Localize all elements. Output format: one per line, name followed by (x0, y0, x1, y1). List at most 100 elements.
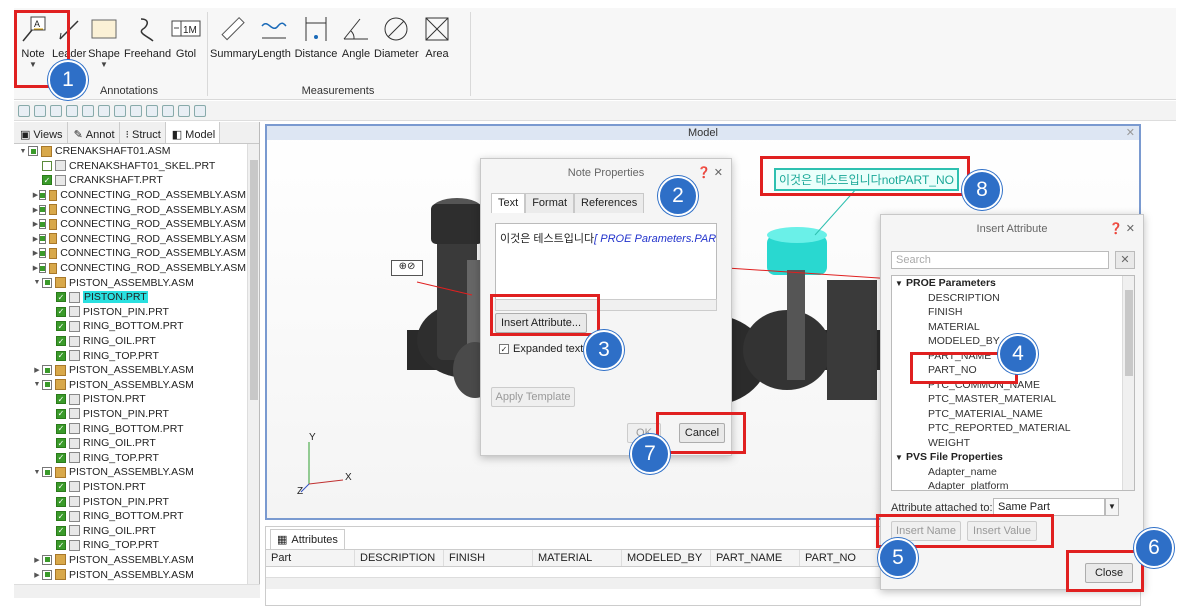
checkbox-icon[interactable] (42, 365, 52, 376)
expand-open-icon[interactable]: ▼ (32, 469, 42, 476)
summary-button[interactable]: Summary (210, 14, 257, 60)
checkbox-icon[interactable] (42, 379, 52, 390)
checkbox-icon[interactable] (42, 277, 52, 288)
expand-closed-icon[interactable]: ▶ (32, 249, 39, 257)
column-header[interactable]: MODELED_BY (622, 550, 711, 566)
attribute-item[interactable]: MATERIAL (892, 320, 1134, 335)
tree-item[interactable]: ✓ RING_OIL.PRT (14, 334, 246, 349)
expand-open-icon[interactable]: ▼ (32, 279, 42, 286)
attribute-group[interactable]: ▼ PROE Parameters (892, 276, 1134, 291)
tree-item[interactable]: ✓ RING_TOP.PRT (14, 450, 246, 465)
checkbox-icon[interactable]: ✓ (56, 452, 66, 463)
tree-item[interactable]: ✓ PISTON_PIN.PRT (14, 407, 246, 422)
close-icon[interactable]: ✕ (714, 167, 723, 179)
tree-item[interactable]: ✓ RING_OIL.PRT (14, 523, 246, 538)
tree-item[interactable]: ▶ CONNECTING_ROD_ASSEMBLY.ASM (14, 261, 246, 276)
attribute-item[interactable]: WEIGHT (892, 436, 1134, 451)
tab-references[interactable]: References (574, 193, 645, 213)
expanded-text-checkbox[interactable]: ✓ Expanded text (499, 343, 583, 355)
checkbox-icon[interactable] (38, 263, 47, 274)
expand-open-icon[interactable]: ▼ (18, 148, 28, 155)
refit-icon[interactable] (114, 104, 126, 117)
expand-closed-icon[interactable]: ▶ (32, 191, 39, 199)
checkbox-icon[interactable]: ✓ (56, 496, 66, 507)
checkbox-icon[interactable] (38, 219, 47, 230)
tree-item[interactable]: ✓ RING_BOTTOM.PRT (14, 509, 246, 524)
angle-button[interactable]: Angle (340, 14, 372, 60)
expand-closed-icon[interactable]: ▶ (32, 366, 42, 374)
checkbox-icon[interactable]: ✓ (56, 336, 66, 347)
expand-closed-icon[interactable]: ▶ (32, 264, 39, 272)
attribute-item[interactable]: PTC_MASTER_MATERIAL (892, 392, 1134, 407)
attribute-item[interactable]: DESCRIPTION (892, 291, 1134, 306)
column-header[interactable]: PART_NAME (711, 550, 800, 566)
tree-item[interactable]: ▶ PISTON_ASSEMBLY.ASM (14, 567, 246, 582)
shape-button[interactable]: Shape ▼ (88, 14, 120, 70)
regenerate-icon[interactable] (66, 104, 78, 117)
tree-item[interactable]: ▼ PISTON_ASSEMBLY.ASM (14, 465, 246, 480)
scrollbar-thumb[interactable] (1125, 290, 1133, 376)
tree-item[interactable]: ✓ PISTON.PRT (14, 392, 246, 407)
tree-item[interactable]: ▶ CONNECTING_ROD_ASSEMBLY.ASM (14, 232, 246, 247)
tree-item[interactable]: ✓ CRANKSHAFT.PRT (14, 173, 246, 188)
redo-icon[interactable] (50, 104, 62, 117)
attribute-item[interactable]: Adapter_name (892, 465, 1134, 480)
checkbox-icon[interactable] (38, 248, 47, 259)
attribute-item[interactable]: Adapter_platform (892, 479, 1134, 490)
csys-icon[interactable] (194, 104, 206, 117)
checkbox-icon[interactable]: ✓ (56, 292, 66, 303)
tree-scrollbar[interactable] (247, 144, 259, 584)
tree-item[interactable]: ▼ PISTON_ASSEMBLY.ASM (14, 275, 246, 290)
tree-item[interactable]: ✓ PISTON_PIN.PRT (14, 494, 246, 509)
tree-item[interactable]: ▶ CONNECTING_ROD_ASSEMBLY.ASM (14, 188, 246, 203)
column-header[interactable]: MATERIAL (533, 550, 622, 566)
view-icon[interactable] (82, 104, 94, 117)
checkbox-icon[interactable]: ✓ (56, 438, 66, 449)
axis-icon[interactable] (162, 104, 174, 117)
distance-button[interactable]: Distance (294, 14, 338, 60)
checkbox-icon[interactable]: ✓ (56, 394, 66, 405)
tree-item[interactable]: ▼ CRENAKSHAFT01.ASM (14, 144, 246, 159)
tree-horizontal-scrollbar[interactable] (14, 584, 260, 598)
checkbox-icon[interactable] (42, 569, 52, 580)
tree-item[interactable]: ▶ CONNECTING_ROD_ASSEMBLY.ASM (14, 202, 246, 217)
freehand-button[interactable]: Freehand (124, 14, 171, 60)
column-header[interactable]: Part (266, 550, 355, 566)
tree-item[interactable]: ✓ RING_BOTTOM.PRT (14, 421, 246, 436)
length-button[interactable]: Length (256, 14, 292, 60)
clear-search-icon[interactable]: ✕ (1115, 251, 1135, 269)
column-header[interactable]: PART_NO (800, 550, 889, 566)
tree-item[interactable]: ▶ PISTON_ASSEMBLY.ASM (14, 553, 246, 568)
checkbox-icon[interactable]: ✓ (56, 540, 66, 551)
tree-item[interactable]: ✓ PISTON.PRT (14, 290, 246, 305)
tab-views[interactable]: ▣ Views (14, 122, 68, 143)
checkbox-icon[interactable]: ✓ (56, 408, 66, 419)
tree-item[interactable]: ✓ RING_BOTTOM.PRT (14, 319, 246, 334)
column-header[interactable]: FINISH (444, 550, 533, 566)
undo-icon[interactable] (34, 104, 46, 117)
checkbox-icon[interactable]: ✓ (42, 175, 52, 186)
expand-closed-icon[interactable]: ▶ (32, 235, 39, 243)
expand-closed-icon[interactable]: ▶ (32, 571, 42, 579)
point-icon[interactable] (178, 104, 190, 117)
checkbox-icon[interactable]: ✓ (56, 481, 66, 492)
tab-format[interactable]: Format (525, 193, 575, 213)
checkbox-icon[interactable] (42, 554, 52, 565)
search-input[interactable]: Search (891, 251, 1109, 269)
attribute-marker[interactable]: ⊕⊘ (391, 260, 423, 276)
checkbox-icon[interactable]: ✓ (56, 321, 66, 332)
help-icon[interactable]: ❓ (1109, 223, 1123, 235)
tree-item[interactable]: ✓ RING_OIL.PRT (14, 436, 246, 451)
scrollbar-thumb[interactable] (250, 160, 258, 400)
tree-item[interactable]: ▼ PISTON_ASSEMBLY.ASM (14, 378, 246, 393)
checkbox-icon[interactable] (38, 190, 47, 201)
tree-item[interactable]: ✓ PISTON_PIN.PRT (14, 305, 246, 320)
tree-item[interactable]: ▶ PISTON_ASSEMBLY.ASM (14, 363, 246, 378)
tree-item[interactable]: ✓ RING_TOP.PRT (14, 348, 246, 363)
checkbox-icon[interactable]: ✓ (56, 525, 66, 536)
expand-open-icon[interactable]: ▼ (892, 451, 906, 466)
expand-closed-icon[interactable]: ▶ (32, 206, 39, 214)
tree-item[interactable]: ▶ CONNECTING_ROD_ASSEMBLY.ASM (14, 217, 246, 232)
checkbox-icon[interactable] (28, 146, 38, 157)
zoom-icon[interactable] (98, 104, 110, 117)
